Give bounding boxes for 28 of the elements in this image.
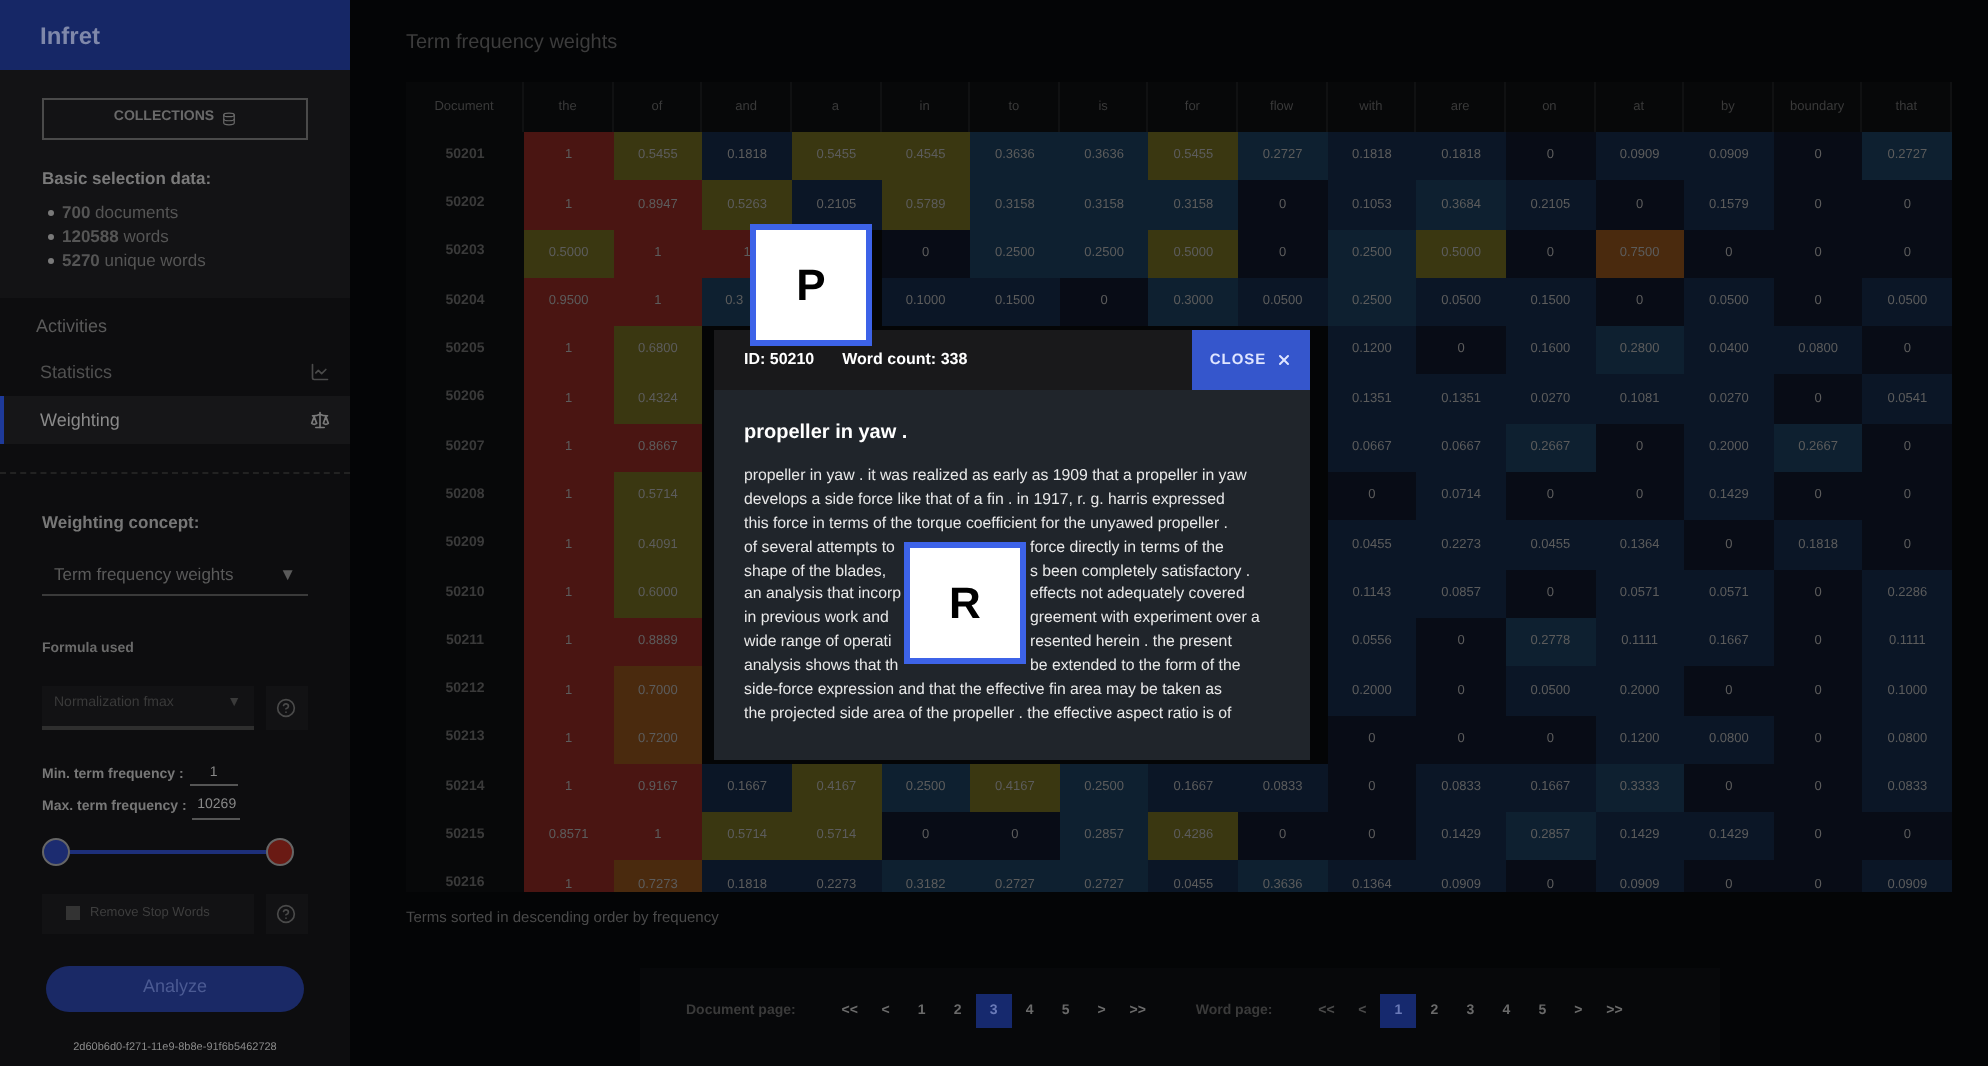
annotation-marker: P	[750, 224, 872, 346]
chart-icon	[310, 362, 330, 383]
weighting-concept-label: Weighting concept:	[42, 510, 202, 536]
bullet-icon	[48, 210, 54, 217]
annotation-marker: R	[904, 542, 1026, 664]
slider-thumb[interactable]	[42, 837, 70, 865]
document-title: propeller in yaw .	[742, 420, 910, 448]
document-id: ID: 50210	[744, 348, 815, 372]
bullet-icon	[48, 258, 54, 265]
weighting-concept-select[interactable]: Term frequency weights ▼	[42, 556, 308, 596]
activity-item[interactable]: Statistics	[0, 348, 350, 397]
bullet-icon	[48, 234, 54, 241]
app-title: Infret	[40, 19, 100, 53]
close-icon	[1276, 352, 1293, 368]
slider-thumb[interactable]	[266, 837, 294, 865]
selection-heading: Basic selection data:	[42, 166, 214, 192]
database-icon	[222, 112, 237, 126]
selection-stat: 700 documents	[62, 200, 179, 227]
activities-heading: Activities	[34, 313, 110, 340]
range-slider[interactable]	[42, 837, 294, 865]
activity-item[interactable]: Weighting	[0, 396, 350, 445]
help-icon[interactable]	[276, 697, 297, 717]
word-count: Word count: 338	[842, 348, 968, 372]
selection-stat: 5270 unique words	[62, 248, 206, 275]
scale-icon	[310, 410, 330, 431]
selection-stat: 120588 words	[62, 224, 169, 251]
help-icon[interactable]	[276, 903, 297, 923]
page-title: Term frequency weights	[406, 30, 620, 58]
